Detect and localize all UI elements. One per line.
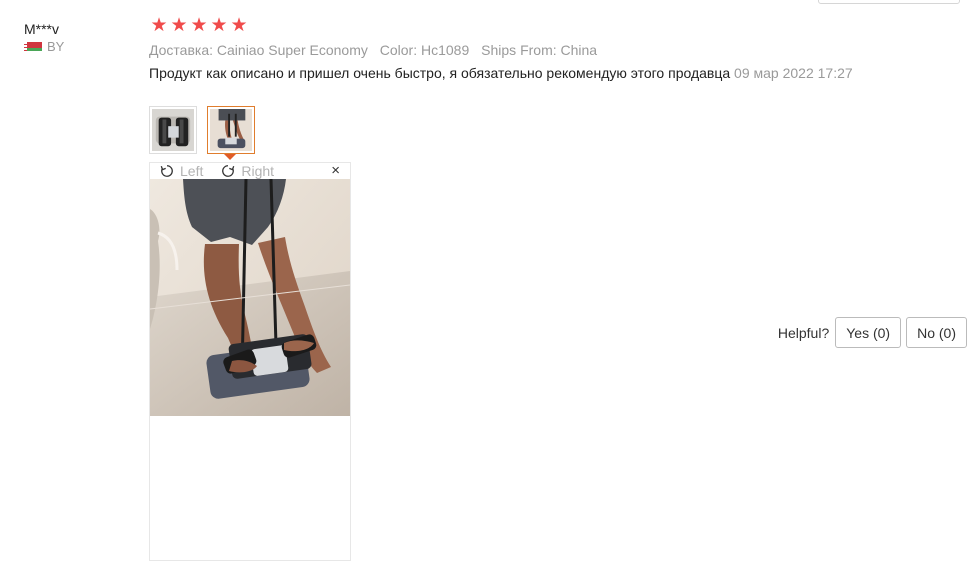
review-content: Продукт как описано и пришел очень быстр… bbox=[149, 65, 861, 81]
review-text: Продукт как описано и пришел очень быстр… bbox=[149, 65, 731, 81]
review-meta: Доставка: Cainiao Super Economy Color: H… bbox=[149, 42, 605, 58]
rotate-right-label: Right bbox=[241, 163, 275, 179]
sort-dropdown[interactable] bbox=[818, 0, 960, 4]
belarus-flag-icon bbox=[24, 42, 42, 51]
rating-stars: ★ ★ ★ ★ ★ bbox=[150, 15, 248, 37]
star-icon: ★ bbox=[150, 15, 168, 36]
delivery-method: Доставка: Cainiao Super Economy bbox=[149, 42, 368, 58]
person-stepper-thumbnail bbox=[210, 109, 252, 151]
helpful-no-button[interactable]: No (0) bbox=[906, 317, 967, 348]
review-date: 09 мар 2022 17:27 bbox=[734, 65, 853, 81]
star-icon: ★ bbox=[190, 15, 208, 36]
close-icon[interactable]: × bbox=[331, 162, 340, 179]
product-color: Color: Hc1089 bbox=[379, 42, 470, 58]
helpful-votes: Helpful? Yes (0) No (0) bbox=[778, 317, 967, 348]
star-icon: ★ bbox=[210, 15, 228, 36]
rotate-right-button[interactable]: Right bbox=[221, 163, 274, 179]
review-large-image bbox=[150, 179, 350, 416]
reviewer-country: BY bbox=[24, 39, 64, 54]
ships-from: Ships From: China bbox=[481, 42, 598, 58]
star-icon: ★ bbox=[230, 15, 248, 36]
review-thumbnail-selected[interactable] bbox=[207, 106, 255, 160]
stepper-product-thumbnail bbox=[152, 109, 194, 151]
country-code: BY bbox=[47, 39, 65, 54]
star-icon: ★ bbox=[170, 15, 188, 36]
rotate-left-button[interactable]: Left bbox=[160, 163, 203, 179]
helpful-label: Helpful? bbox=[777, 324, 830, 341]
reviewer-name: M***v bbox=[24, 21, 60, 37]
review-thumbnail[interactable] bbox=[149, 106, 197, 154]
review-thumbnails bbox=[149, 106, 255, 160]
image-viewer-toolbar: Left Right × bbox=[150, 162, 350, 179]
rotate-left-icon bbox=[160, 165, 173, 177]
rotate-left-label: Left bbox=[180, 163, 204, 179]
review-image-viewer: Left Right × bbox=[149, 162, 351, 561]
helpful-yes-button[interactable]: Yes (0) bbox=[835, 317, 902, 348]
rotate-right-icon bbox=[222, 165, 235, 177]
reviewer-info: M***v BY bbox=[24, 21, 64, 54]
